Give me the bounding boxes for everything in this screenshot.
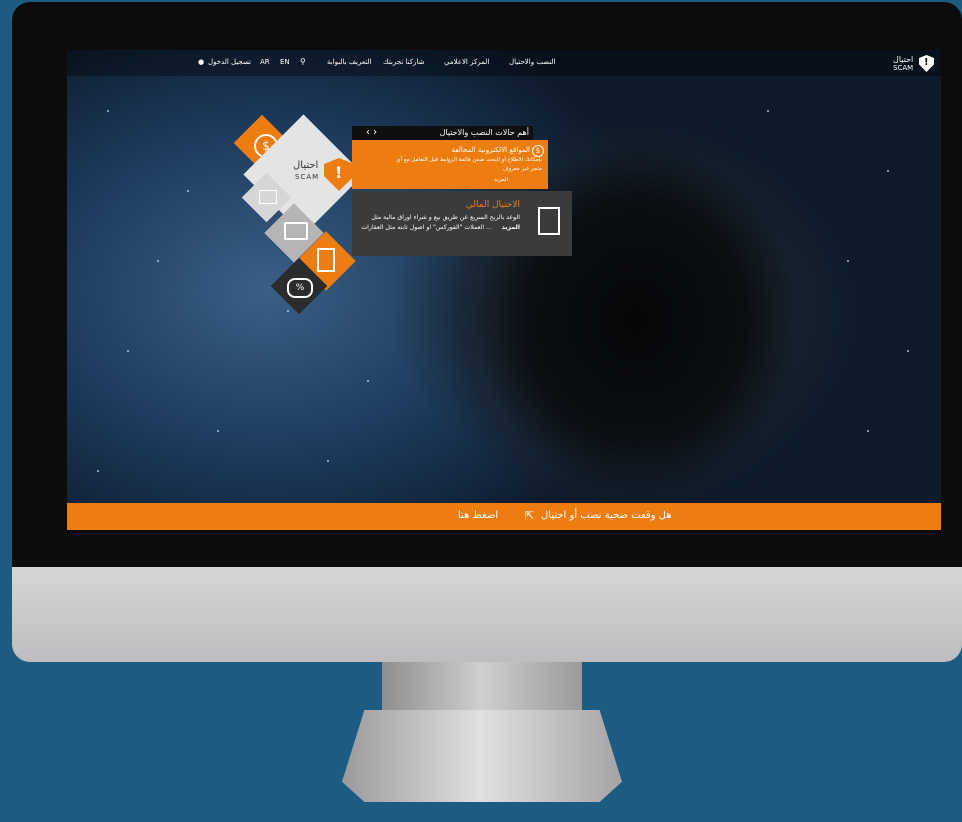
- tile-logo-ar: احتيال: [293, 160, 319, 171]
- logo-text-en: SCAM: [893, 64, 914, 72]
- monitor-chin: [12, 567, 962, 662]
- nav-item-about-portal[interactable]: التعريف بالبوابة: [327, 58, 371, 66]
- gold-bars-icon: [259, 190, 277, 204]
- case-card-financial[interactable]: الاحتيال المالي الوعد بالربح السريع عن ط…: [352, 191, 572, 256]
- cases-header-bar: ‹ › أهم حالات النصب والاحتيال: [352, 126, 533, 140]
- nav-item-scam[interactable]: النصب والاحتيال: [509, 58, 555, 66]
- case-body-websites-1: بإمكانك الاطلاع أو البحث ضمن قائمة الروا…: [396, 157, 542, 163]
- warning-icon: $: [532, 145, 544, 157]
- cursor-icon: ⇱: [525, 509, 535, 522]
- user-icon[interactable]: ●: [198, 58, 204, 66]
- cases-title: أهم حالات النصب والاحتيال: [439, 128, 529, 137]
- case-more-websites[interactable]: المزيد: [494, 177, 508, 183]
- logo-text-ar: احتيال: [893, 55, 914, 64]
- case-body-websites-2: متجر غير معروف: [502, 166, 542, 172]
- report-cta-bar[interactable]: هل وقعت ضحية نصب أو احتيال ⇱ اضغط هنا: [67, 503, 941, 530]
- case-more-financial[interactable]: المزيد: [502, 224, 520, 231]
- top-navbar: احتيال SCAM ! النصب والاحتيال المركز الا…: [67, 50, 941, 76]
- case-title-websites: المواقع الالكترونية المخالفة: [451, 146, 530, 154]
- website-screen: احتيال SCAM ! النصب والاحتيال المركز الا…: [67, 50, 941, 530]
- lang-en-button[interactable]: EN: [280, 58, 290, 66]
- monitor-stand-foot: [342, 710, 622, 802]
- card-lock-icon: [284, 222, 308, 240]
- case-card-websites[interactable]: $ المواقع الالكترونية المخالفة بإمكانك ا…: [352, 140, 548, 189]
- search-icon[interactable]: ⚲: [300, 57, 306, 66]
- lang-ar-button[interactable]: AR: [260, 58, 270, 66]
- cta-question: هل وقعت ضحية نصب أو احتيال: [541, 510, 672, 521]
- case-body-financial-2: العملات "الفوركس" او اصول ثابته مثل العق…: [361, 224, 492, 231]
- nav-item-media-center[interactable]: المركز الاعلامي: [444, 58, 489, 66]
- case-title-financial: الاحتيال المالي: [465, 200, 520, 210]
- shield-icon: !: [919, 55, 934, 72]
- cta-click-here[interactable]: اضغط هنا: [458, 510, 498, 521]
- coins-icon: [317, 248, 335, 272]
- login-link[interactable]: تسجيل الدخول: [208, 58, 251, 66]
- monitor-stand-neck: [382, 662, 582, 712]
- discount-icon: %: [287, 278, 313, 298]
- shield-exclamation: !: [335, 163, 343, 182]
- case-body-financial-1: الوعد بالربح السريع عن طريق بيع و شراء ا…: [371, 214, 520, 221]
- document-money-icon: [538, 207, 560, 235]
- tile-logo-en: SCAM: [295, 173, 320, 181]
- nav-item-share-experience[interactable]: شاركنا تجربتك: [383, 58, 424, 66]
- carousel-arrows-icon[interactable]: ‹ ›: [366, 127, 377, 138]
